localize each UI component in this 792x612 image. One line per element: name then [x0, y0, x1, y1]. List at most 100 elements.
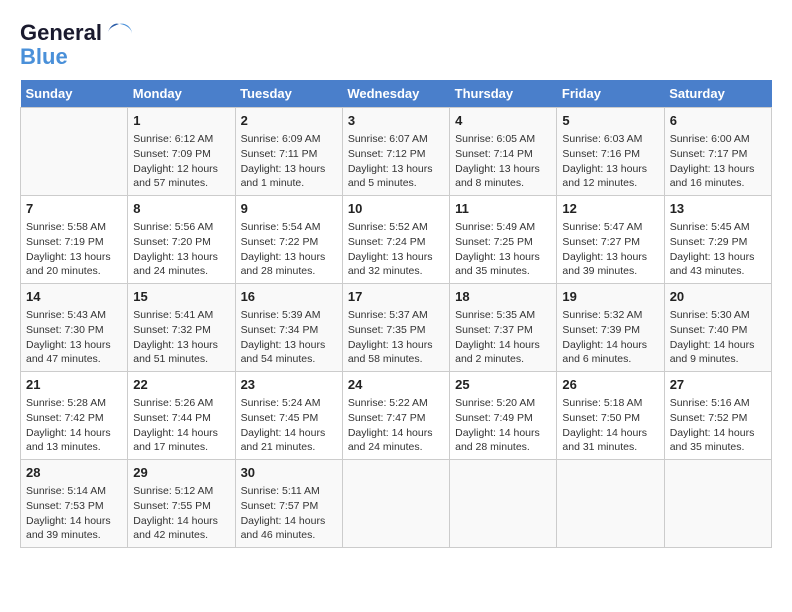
calendar-cell: 26 Sunrise: 5:18 AM Sunset: 7:50 PM Dayli… — [557, 372, 664, 460]
header-saturday: Saturday — [664, 80, 771, 108]
day-number: 27 — [670, 376, 766, 394]
day-info: Sunrise: 5:22 AM Sunset: 7:47 PM Dayligh… — [348, 396, 444, 455]
calendar-cell — [342, 459, 449, 547]
day-info: Sunrise: 5:56 AM Sunset: 7:20 PM Dayligh… — [133, 220, 229, 279]
day-info: Sunrise: 5:32 AM Sunset: 7:39 PM Dayligh… — [562, 308, 658, 367]
day-info: Sunrise: 5:30 AM Sunset: 7:40 PM Dayligh… — [670, 308, 766, 367]
day-info: Sunrise: 5:58 AM Sunset: 7:19 PM Dayligh… — [26, 220, 122, 279]
logo-bird-icon — [104, 20, 134, 48]
day-info: Sunrise: 5:54 AM Sunset: 7:22 PM Dayligh… — [241, 220, 337, 279]
day-info: Sunrise: 5:43 AM Sunset: 7:30 PM Dayligh… — [26, 308, 122, 367]
day-info: Sunrise: 6:12 AM Sunset: 7:09 PM Dayligh… — [133, 132, 229, 191]
calendar-cell: 10Sunrise: 5:52 AM Sunset: 7:24 PM Dayli… — [342, 196, 449, 284]
day-info: Sunrise: 6:05 AM Sunset: 7:14 PM Dayligh… — [455, 132, 551, 191]
day-number: 19 — [562, 288, 658, 306]
calendar-cell: 1 Sunrise: 6:12 AM Sunset: 7:09 PM Daylig… — [128, 108, 235, 196]
calendar-table: SundayMondayTuesdayWednesdayThursdayFrid… — [20, 80, 772, 548]
day-number: 9 — [241, 200, 337, 218]
day-info: Sunrise: 5:49 AM Sunset: 7:25 PM Dayligh… — [455, 220, 551, 279]
calendar-week-0: 1 Sunrise: 6:12 AM Sunset: 7:09 PM Daylig… — [21, 108, 772, 196]
calendar-cell — [450, 459, 557, 547]
day-number: 24 — [348, 376, 444, 394]
calendar-cell: 9 Sunrise: 5:54 AM Sunset: 7:22 PM Daylig… — [235, 196, 342, 284]
calendar-cell: 12 Sunrise: 5:47 AM Sunset: 7:27 PM Dayli… — [557, 196, 664, 284]
day-number: 6 — [670, 112, 766, 130]
day-number: 28 — [26, 464, 122, 482]
calendar-cell: 4 Sunrise: 6:05 AM Sunset: 7:14 PM Daylig… — [450, 108, 557, 196]
day-number: 30 — [241, 464, 337, 482]
calendar-week-2: 14 Sunrise: 5:43 AM Sunset: 7:30 PM Dayli… — [21, 284, 772, 372]
day-info: Sunrise: 5:41 AM Sunset: 7:32 PM Dayligh… — [133, 308, 229, 367]
calendar-week-3: 21Sunrise: 5:28 AM Sunset: 7:42 PM Dayli… — [21, 372, 772, 460]
header-sunday: Sunday — [21, 80, 128, 108]
header-wednesday: Wednesday — [342, 80, 449, 108]
day-info: Sunrise: 5:16 AM Sunset: 7:52 PM Dayligh… — [670, 396, 766, 455]
calendar-cell: 3Sunrise: 6:07 AM Sunset: 7:12 PM Daylig… — [342, 108, 449, 196]
logo: General Blue — [20, 20, 134, 70]
calendar-header-row: SundayMondayTuesdayWednesdayThursdayFrid… — [21, 80, 772, 108]
header-thursday: Thursday — [450, 80, 557, 108]
calendar-cell: 11 Sunrise: 5:49 AM Sunset: 7:25 PM Dayli… — [450, 196, 557, 284]
calendar-cell: 14 Sunrise: 5:43 AM Sunset: 7:30 PM Dayli… — [21, 284, 128, 372]
calendar-cell: 2Sunrise: 6:09 AM Sunset: 7:11 PM Daylig… — [235, 108, 342, 196]
day-info: Sunrise: 5:20 AM Sunset: 7:49 PM Dayligh… — [455, 396, 551, 455]
day-number: 5 — [562, 112, 658, 130]
calendar-cell: 28 Sunrise: 5:14 AM Sunset: 7:53 PM Dayli… — [21, 459, 128, 547]
day-info: Sunrise: 5:47 AM Sunset: 7:27 PM Dayligh… — [562, 220, 658, 279]
calendar-cell: 19 Sunrise: 5:32 AM Sunset: 7:39 PM Dayli… — [557, 284, 664, 372]
calendar-cell — [21, 108, 128, 196]
day-number: 23 — [241, 376, 337, 394]
calendar-cell: 30 Sunrise: 5:11 AM Sunset: 7:57 PM Dayli… — [235, 459, 342, 547]
day-info: Sunrise: 5:45 AM Sunset: 7:29 PM Dayligh… — [670, 220, 766, 279]
day-number: 1 — [133, 112, 229, 130]
day-info: Sunrise: 6:03 AM Sunset: 7:16 PM Dayligh… — [562, 132, 658, 191]
page-header: General Blue — [20, 20, 772, 70]
day-number: 11 — [455, 200, 551, 218]
day-info: Sunrise: 5:14 AM Sunset: 7:53 PM Dayligh… — [26, 484, 122, 543]
header-friday: Friday — [557, 80, 664, 108]
calendar-cell: 6Sunrise: 6:00 AM Sunset: 7:17 PM Daylig… — [664, 108, 771, 196]
day-number: 14 — [26, 288, 122, 306]
calendar-week-1: 7 Sunrise: 5:58 AM Sunset: 7:19 PM Daylig… — [21, 196, 772, 284]
day-number: 26 — [562, 376, 658, 394]
day-number: 22 — [133, 376, 229, 394]
day-number: 2 — [241, 112, 337, 130]
day-info: Sunrise: 5:11 AM Sunset: 7:57 PM Dayligh… — [241, 484, 337, 543]
calendar-cell: 16 Sunrise: 5:39 AM Sunset: 7:34 PM Dayli… — [235, 284, 342, 372]
day-number: 29 — [133, 464, 229, 482]
calendar-cell: 24 Sunrise: 5:22 AM Sunset: 7:47 PM Dayli… — [342, 372, 449, 460]
calendar-week-4: 28 Sunrise: 5:14 AM Sunset: 7:53 PM Dayli… — [21, 459, 772, 547]
calendar-cell — [557, 459, 664, 547]
day-number: 7 — [26, 200, 122, 218]
calendar-cell: 18Sunrise: 5:35 AM Sunset: 7:37 PM Dayli… — [450, 284, 557, 372]
calendar-cell: 21Sunrise: 5:28 AM Sunset: 7:42 PM Dayli… — [21, 372, 128, 460]
day-info: Sunrise: 5:12 AM Sunset: 7:55 PM Dayligh… — [133, 484, 229, 543]
day-info: Sunrise: 5:52 AM Sunset: 7:24 PM Dayligh… — [348, 220, 444, 279]
day-number: 15 — [133, 288, 229, 306]
day-info: Sunrise: 5:26 AM Sunset: 7:44 PM Dayligh… — [133, 396, 229, 455]
calendar-cell: 7 Sunrise: 5:58 AM Sunset: 7:19 PM Daylig… — [21, 196, 128, 284]
calendar-cell: 22 Sunrise: 5:26 AM Sunset: 7:44 PM Dayli… — [128, 372, 235, 460]
day-info: Sunrise: 5:37 AM Sunset: 7:35 PM Dayligh… — [348, 308, 444, 367]
day-number: 4 — [455, 112, 551, 130]
calendar-cell: 23 Sunrise: 5:24 AM Sunset: 7:45 PM Dayli… — [235, 372, 342, 460]
calendar-cell: 5 Sunrise: 6:03 AM Sunset: 7:16 PM Daylig… — [557, 108, 664, 196]
calendar-cell: 15 Sunrise: 5:41 AM Sunset: 7:32 PM Dayli… — [128, 284, 235, 372]
day-info: Sunrise: 6:07 AM Sunset: 7:12 PM Dayligh… — [348, 132, 444, 191]
calendar-cell: 8 Sunrise: 5:56 AM Sunset: 7:20 PM Daylig… — [128, 196, 235, 284]
calendar-cell: 20 Sunrise: 5:30 AM Sunset: 7:40 PM Dayli… — [664, 284, 771, 372]
day-number: 12 — [562, 200, 658, 218]
day-number: 16 — [241, 288, 337, 306]
day-info: Sunrise: 5:18 AM Sunset: 7:50 PM Dayligh… — [562, 396, 658, 455]
day-info: Sunrise: 5:39 AM Sunset: 7:34 PM Dayligh… — [241, 308, 337, 367]
calendar-cell: 29 Sunrise: 5:12 AM Sunset: 7:55 PM Dayli… — [128, 459, 235, 547]
day-number: 20 — [670, 288, 766, 306]
header-tuesday: Tuesday — [235, 80, 342, 108]
day-number: 21 — [26, 376, 122, 394]
day-number: 8 — [133, 200, 229, 218]
logo-general: General — [20, 20, 102, 45]
day-number: 18 — [455, 288, 551, 306]
day-info: Sunrise: 5:24 AM Sunset: 7:45 PM Dayligh… — [241, 396, 337, 455]
calendar-cell: 25 Sunrise: 5:20 AM Sunset: 7:49 PM Dayli… — [450, 372, 557, 460]
day-number: 25 — [455, 376, 551, 394]
